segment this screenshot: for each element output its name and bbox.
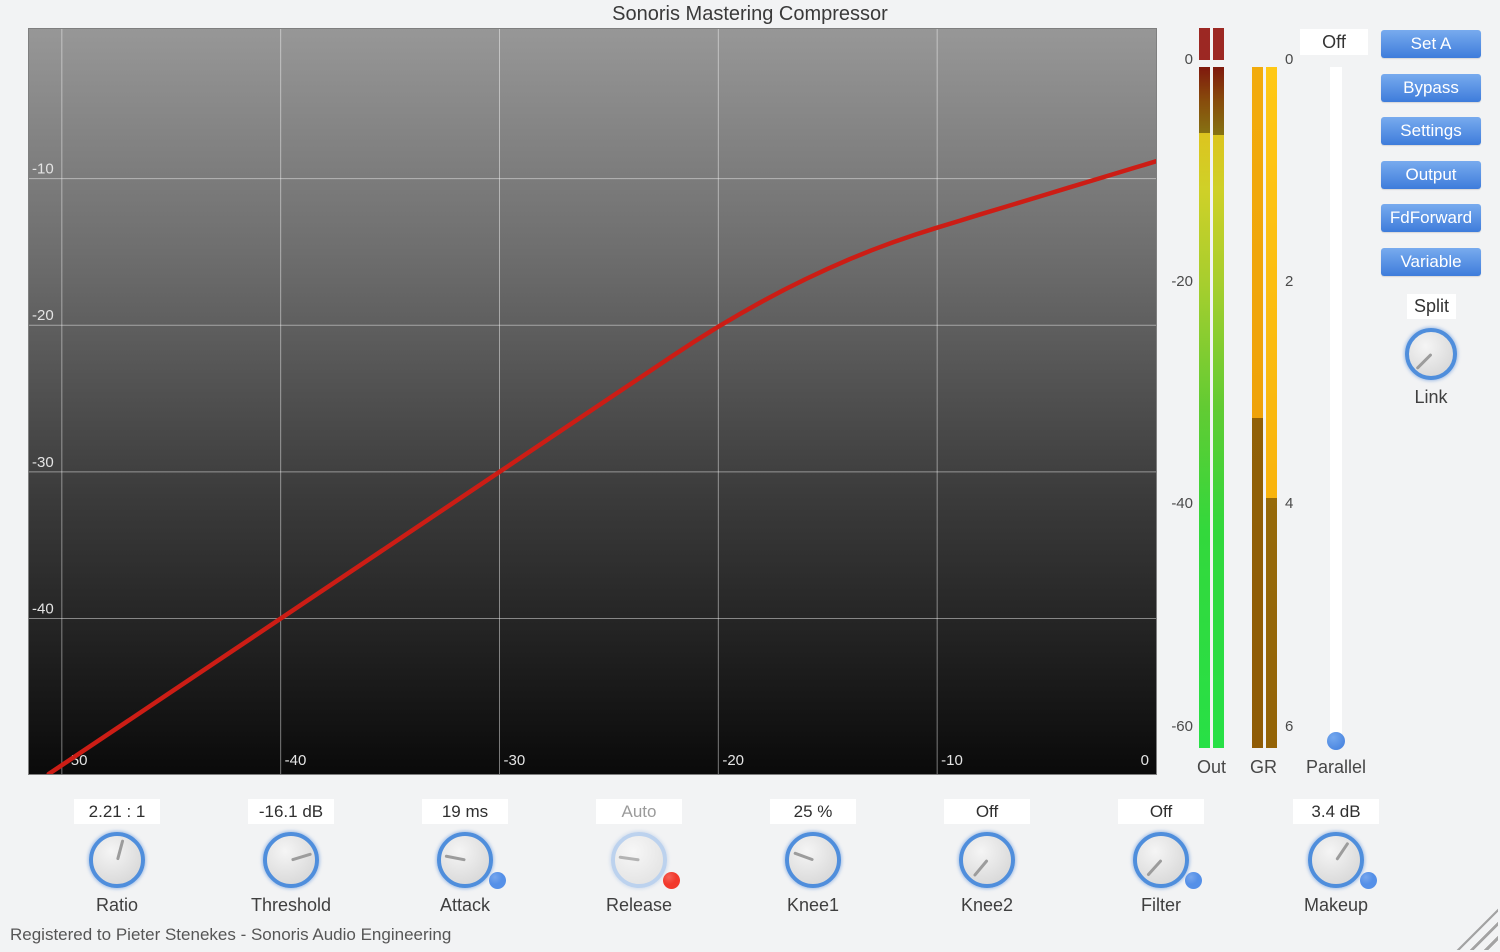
filter-knob-pointer — [1146, 859, 1162, 877]
svg-text:0: 0 — [1141, 752, 1149, 769]
ratio-control: 2.21 : 1 Ratio — [47, 799, 187, 919]
settings-button[interactable]: Settings — [1381, 117, 1481, 145]
filter-knob[interactable] — [1133, 832, 1189, 888]
knee2-label: Knee2 — [917, 895, 1057, 916]
out-clip-indicator-right — [1213, 28, 1224, 60]
attack-knob-pointer — [444, 855, 465, 862]
svg-text:-10: -10 — [941, 752, 963, 769]
release-value-box[interactable]: Auto — [596, 799, 682, 824]
knee1-control: 25 % Knee1 — [743, 799, 883, 919]
ratio-label: Ratio — [47, 895, 187, 916]
makeup-status-dot — [1360, 872, 1377, 889]
ratio-knob[interactable] — [89, 832, 145, 888]
link-knob-pointer — [1415, 353, 1432, 370]
knee1-knob-pointer — [793, 851, 814, 861]
makeup-control: 3.4 dB Makeup — [1266, 799, 1406, 919]
release-label: Release — [569, 895, 709, 916]
gr-scale-tick: 4 — [1285, 495, 1325, 513]
attack-status-dot — [489, 872, 506, 889]
svg-text:-20: -20 — [722, 752, 744, 769]
gr-meter-bar-left — [1252, 67, 1263, 748]
filter-control: Off Filter — [1091, 799, 1231, 919]
threshold-control: -16.1 dB Threshold — [221, 799, 361, 919]
resize-grip[interactable] — [1452, 904, 1498, 950]
knee2-control: Off Knee2 — [917, 799, 1057, 919]
makeup-knob[interactable] — [1308, 832, 1364, 888]
knee1-label: Knee1 — [743, 895, 883, 916]
threshold-value-box[interactable]: -16.1 dB — [248, 799, 334, 824]
plugin-window: Sonoris Mastering Compressor -50-40-30-2… — [0, 0, 1500, 952]
knee2-knob-pointer — [972, 859, 988, 877]
attack-label: Attack — [395, 895, 535, 916]
threshold-label: Threshold — [221, 895, 361, 916]
transfer-curve-svg: -50-40-30-20-100-10-20-30-40 — [29, 29, 1156, 774]
fdforward-button[interactable]: FdForward — [1381, 204, 1481, 232]
parallel-slider-track[interactable] — [1330, 67, 1342, 748]
threshold-knob[interactable] — [263, 832, 319, 888]
svg-text:-30: -30 — [32, 454, 54, 471]
out-scale-tick: -60 — [1147, 718, 1193, 736]
variable-button[interactable]: Variable — [1381, 248, 1481, 276]
filter-label: Filter — [1091, 895, 1231, 916]
attack-value-box[interactable]: 19 ms — [422, 799, 508, 824]
svg-text:-30: -30 — [503, 752, 525, 769]
out-meter-bar-right — [1213, 67, 1224, 748]
gr-meter-bar-right — [1266, 67, 1277, 748]
threshold-knob-pointer — [291, 852, 312, 861]
parallel-slider-thumb[interactable] — [1327, 732, 1345, 750]
ratio-knob-pointer — [116, 839, 124, 860]
output-button[interactable]: Output — [1381, 161, 1481, 189]
parallel-slider-label: Parallel — [1296, 757, 1376, 778]
gr-scale-tick: 2 — [1285, 273, 1325, 291]
release-knob[interactable] — [611, 832, 667, 888]
svg-text:-40: -40 — [32, 601, 54, 618]
attack-control: 19 ms Attack — [395, 799, 535, 919]
set-a-button[interactable]: Set A — [1381, 30, 1481, 58]
gr-scale-tick: 6 — [1285, 718, 1325, 736]
out-meter-bar-left — [1199, 67, 1210, 748]
knee1-knob[interactable] — [785, 832, 841, 888]
knee2-knob[interactable] — [959, 832, 1015, 888]
ratio-value-box[interactable]: 2.21 : 1 — [74, 799, 160, 824]
registration-text: Registered to Pieter Stenekes - Sonoris … — [10, 925, 451, 945]
transfer-graph: -50-40-30-20-100-10-20-30-40 — [28, 28, 1157, 775]
svg-text:-20: -20 — [32, 307, 54, 324]
attack-knob[interactable] — [437, 832, 493, 888]
gr-meter-label: GR — [1233, 757, 1294, 778]
release-control: Auto Release — [569, 799, 709, 919]
link-knob-label: Link — [1396, 387, 1466, 408]
svg-text:-40: -40 — [285, 752, 307, 769]
release-knob-pointer — [618, 856, 639, 862]
filter-status-dot — [1185, 872, 1202, 889]
link-knob[interactable] — [1405, 328, 1457, 380]
window-title: Sonoris Mastering Compressor — [0, 3, 1500, 26]
svg-text:-10: -10 — [32, 161, 54, 178]
gr-scale-tick: 0 — [1285, 51, 1325, 69]
knee1-value-box[interactable]: 25 % — [770, 799, 856, 824]
bypass-button[interactable]: Bypass — [1381, 74, 1481, 102]
out-clip-indicator-left — [1199, 28, 1210, 60]
out-scale-tick: -40 — [1147, 495, 1193, 513]
out-scale-tick: -20 — [1147, 273, 1193, 291]
makeup-label: Makeup — [1266, 895, 1406, 916]
release-status-dot — [663, 872, 680, 889]
makeup-value-box[interactable]: 3.4 dB — [1293, 799, 1379, 824]
makeup-knob-pointer — [1335, 842, 1349, 861]
out-scale-tick: 0 — [1147, 51, 1193, 69]
filter-value-box[interactable]: Off — [1118, 799, 1204, 824]
split-mode-label[interactable]: Split — [1407, 294, 1456, 319]
knee2-value-box[interactable]: Off — [944, 799, 1030, 824]
